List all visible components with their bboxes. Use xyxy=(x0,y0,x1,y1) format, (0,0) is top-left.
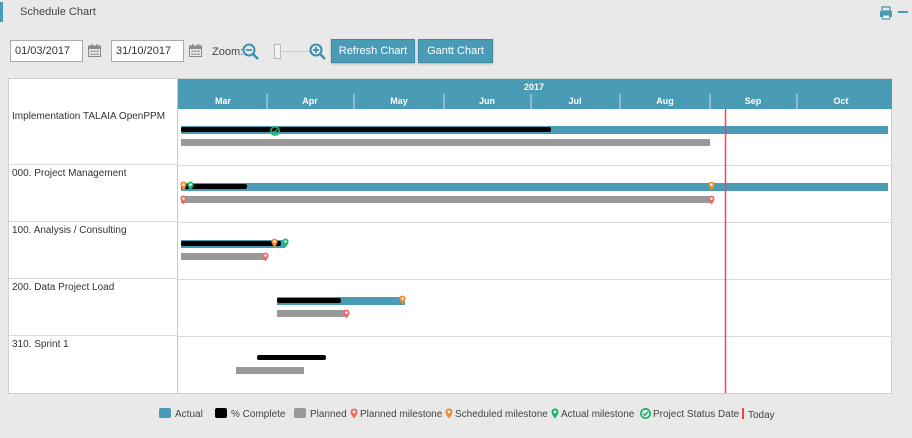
planned-bar[interactable] xyxy=(181,253,265,260)
legend-label: % Complete xyxy=(231,409,286,420)
legend-item-scheduled-milestone: Scheduled milestone xyxy=(445,408,548,422)
month-label: Oct xyxy=(833,96,848,106)
legend-item-actual: Actual xyxy=(159,408,203,422)
complete-swatch xyxy=(215,408,227,418)
timeline-area: 2017 Mar Apr May Jun Jul Aug Sep Oct xyxy=(178,79,892,393)
month-label: Jun xyxy=(479,96,495,106)
actual-milestone-icon xyxy=(551,408,559,419)
planned-milestone-icon xyxy=(708,195,715,205)
task-label: 000. Project Management xyxy=(12,168,127,179)
status-date-icon xyxy=(640,408,651,419)
actual-swatch xyxy=(159,408,171,418)
panel-title: Schedule Chart xyxy=(20,6,96,18)
start-date-input[interactable] xyxy=(10,40,83,62)
month-label: Aug xyxy=(656,96,674,106)
task-row: Implementation TALAIA OpenPPM xyxy=(9,108,178,165)
end-date-input[interactable] xyxy=(111,40,184,62)
legend-label: Today xyxy=(748,410,775,421)
calendar-icon[interactable] xyxy=(88,44,101,57)
legend-label: Scheduled milestone xyxy=(455,409,548,420)
month-label: May xyxy=(390,96,408,106)
task-row: 310. Sprint 1 xyxy=(9,336,178,393)
planned-bar[interactable] xyxy=(277,310,346,317)
legend-label: Actual xyxy=(175,409,203,420)
month-label: Jul xyxy=(568,96,581,106)
print-icon[interactable] xyxy=(879,6,893,20)
legend-item-planned: Planned xyxy=(294,408,347,422)
planned-milestone-icon xyxy=(262,252,269,262)
planned-bar[interactable] xyxy=(236,367,304,374)
refresh-chart-button[interactable]: Refresh Chart xyxy=(331,39,415,63)
zoom-slider-handle[interactable] xyxy=(274,44,281,59)
legend-label: Planned milestone xyxy=(360,409,443,420)
planned-milestone-icon xyxy=(180,195,187,205)
today-swatch xyxy=(742,408,744,419)
panel-header: Schedule Chart xyxy=(0,0,912,30)
minimize-icon[interactable] xyxy=(898,11,908,13)
header-accent xyxy=(0,2,3,22)
scheduled-milestone-icon xyxy=(445,408,453,419)
legend-item-actual-milestone: Actual milestone xyxy=(551,408,634,422)
task-label: Implementation TALAIA OpenPPM xyxy=(12,111,166,122)
gantt-chart-button[interactable]: Gantt Chart xyxy=(418,39,493,63)
task-list: Implementation TALAIA OpenPPM 000. Proje… xyxy=(9,79,178,393)
task-label: 200. Data Project Load xyxy=(12,282,115,293)
legend-label: Project Status Date xyxy=(653,409,740,420)
zoom-label: Zoom: xyxy=(212,46,244,58)
task-row: 100. Analysis / Consulting xyxy=(9,222,178,279)
actual-bar[interactable] xyxy=(181,183,888,191)
legend-item-status-date: Project Status Date xyxy=(640,408,739,422)
month-label: Sep xyxy=(745,96,762,106)
complete-bar[interactable] xyxy=(181,241,281,246)
complete-bar[interactable] xyxy=(277,298,341,303)
task-label: 100. Analysis / Consulting xyxy=(12,225,127,236)
planned-bar[interactable] xyxy=(181,139,710,146)
planned-swatch xyxy=(294,408,306,418)
planned-milestone-icon xyxy=(350,408,358,419)
legend-label: Planned xyxy=(310,409,347,420)
zoom-slider-track[interactable] xyxy=(282,51,310,52)
task-row: 200. Data Project Load xyxy=(9,279,178,336)
planned-milestone-icon xyxy=(343,309,350,319)
calendar-icon[interactable] xyxy=(189,44,202,57)
complete-bar[interactable] xyxy=(181,127,551,132)
legend-item-today: Today xyxy=(742,408,775,422)
task-row: 000. Project Management xyxy=(9,165,178,222)
legend-item-complete: % Complete xyxy=(215,408,285,422)
zoom-in-icon[interactable] xyxy=(309,43,326,60)
schedule-chart: Implementation TALAIA OpenPPM 000. Proje… xyxy=(8,78,892,394)
month-label: Mar xyxy=(215,96,232,106)
year-label: 2017 xyxy=(524,82,544,92)
chart-legend: Actual % Complete Planned Planned milest… xyxy=(0,400,912,428)
month-label: Apr xyxy=(302,96,318,106)
task-label: 310. Sprint 1 xyxy=(12,339,69,350)
legend-item-planned-milestone: Planned milestone xyxy=(350,408,442,422)
legend-label: Actual milestone xyxy=(561,409,635,420)
planned-bar[interactable] xyxy=(181,196,713,203)
zoom-out-icon[interactable] xyxy=(242,43,259,60)
complete-bar[interactable] xyxy=(257,355,326,360)
